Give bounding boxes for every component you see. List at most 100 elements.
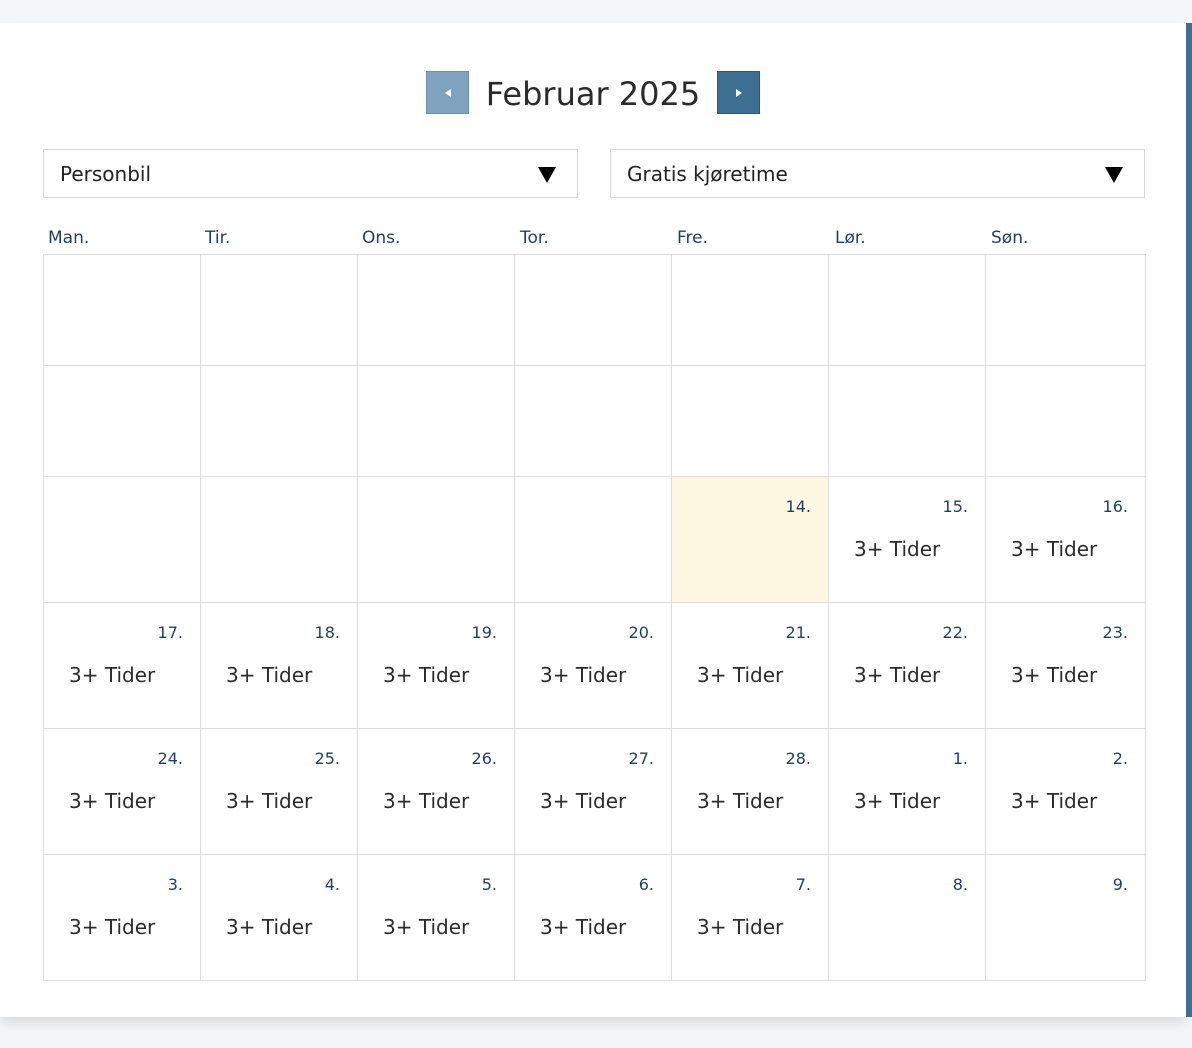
calendar-day-cell[interactable]: 3. 3+ Tider — [43, 854, 201, 981]
calendar-day-cell[interactable]: 16. 3+ Tider — [985, 476, 1146, 603]
available-slots-link[interactable]: 3+ Tider — [540, 789, 626, 813]
weekday-label: Ons. — [362, 228, 401, 248]
available-slots-link[interactable]: 3+ Tider — [540, 915, 626, 939]
calendar-day-cell — [357, 254, 515, 366]
available-slots-link[interactable]: 3+ Tider — [697, 663, 783, 687]
day-number: 27. — [628, 749, 654, 768]
calendar-day-cell — [357, 476, 515, 603]
available-slots-link[interactable]: 3+ Tider — [383, 915, 469, 939]
booking-calendar: Februar 2025 Personbil Gratis kjøretime … — [0, 23, 1186, 1017]
calendar-day-cell[interactable]: 21. 3+ Tider — [671, 602, 829, 729]
calendar-day-cell — [985, 254, 1146, 366]
calendar-week-row — [43, 365, 1146, 477]
weekday-label: Tir. — [205, 228, 231, 248]
triangle-left-icon — [444, 88, 451, 97]
available-slots-link[interactable]: 3+ Tider — [226, 789, 312, 813]
available-slots-link[interactable]: 3+ Tider — [226, 915, 312, 939]
weekday-label: Tor. — [520, 228, 549, 248]
calendar-day-cell[interactable]: 17. 3+ Tider — [43, 602, 201, 729]
available-slots-link[interactable]: 3+ Tider — [697, 789, 783, 813]
day-number: 5. — [481, 875, 497, 894]
calendar-day-cell[interactable]: 25. 3+ Tider — [200, 728, 358, 855]
calendar-day-cell[interactable]: 4. 3+ Tider — [200, 854, 358, 981]
calendar-day-cell[interactable]: 19. 3+ Tider — [357, 602, 515, 729]
available-slots-link[interactable]: 3+ Tider — [383, 663, 469, 687]
right-accent-bar — [1186, 23, 1192, 1017]
month-title: Februar 2025 — [485, 75, 701, 113]
vehicle-type-select[interactable]: Personbil — [43, 149, 578, 198]
calendar-day-cell: 8. — [828, 854, 986, 981]
calendar-day-cell — [514, 254, 672, 366]
caret-down-icon — [538, 167, 556, 183]
calendar-week-row — [43, 254, 1146, 366]
available-slots-link[interactable]: 3+ Tider — [854, 789, 940, 813]
day-number: 16. — [1102, 497, 1128, 516]
calendar-day-cell[interactable]: 6. 3+ Tider — [514, 854, 672, 981]
available-slots-link[interactable]: 3+ Tider — [1011, 789, 1097, 813]
calendar-day-cell[interactable]: 18. 3+ Tider — [200, 602, 358, 729]
calendar-day-cell[interactable]: 15. 3+ Tider — [828, 476, 986, 603]
available-slots-link[interactable]: 3+ Tider — [383, 789, 469, 813]
day-number: 6. — [638, 875, 654, 894]
prev-month-button[interactable] — [426, 71, 469, 114]
day-number: 8. — [952, 875, 968, 894]
calendar-day-cell — [828, 254, 986, 366]
month-navigation: Februar 2025 — [0, 70, 1186, 118]
calendar-day-cell — [200, 254, 358, 366]
day-number: 18. — [314, 623, 340, 642]
calendar-day-cell[interactable]: 24. 3+ Tider — [43, 728, 201, 855]
calendar-day-cell — [200, 476, 358, 603]
top-bar — [0, 0, 1192, 23]
day-number: 4. — [324, 875, 340, 894]
day-number: 7. — [795, 875, 811, 894]
calendar-day-cell — [514, 476, 672, 603]
day-number: 2. — [1112, 749, 1128, 768]
calendar-grid: 14. 15. 3+ Tider 16. 3+ Tider 17. 3+ Tider 18. 3… — [43, 254, 1146, 981]
day-number: 21. — [785, 623, 811, 642]
calendar-day-cell[interactable]: 28. 3+ Tider — [671, 728, 829, 855]
available-slots-link[interactable]: 3+ Tider — [69, 663, 155, 687]
available-slots-link[interactable]: 3+ Tider — [1011, 663, 1097, 687]
calendar-day-cell — [671, 254, 829, 366]
vehicle-type-value: Personbil — [60, 162, 152, 186]
calendar-day-cell[interactable]: 1. 3+ Tider — [828, 728, 986, 855]
available-slots-link[interactable]: 3+ Tider — [854, 537, 940, 561]
day-number: 22. — [942, 623, 968, 642]
available-slots-link[interactable]: 3+ Tider — [226, 663, 312, 687]
weekday-header: Man. Tir. Ons. Tor. Fre. Lør. Søn. — [43, 226, 1145, 250]
day-number: 9. — [1112, 875, 1128, 894]
available-slots-link[interactable]: 3+ Tider — [69, 789, 155, 813]
lesson-type-value: Gratis kjøretime — [627, 162, 788, 186]
calendar-day-cell — [985, 365, 1146, 477]
day-number: 23. — [1102, 623, 1128, 642]
calendar-day-cell[interactable]: 7. 3+ Tider — [671, 854, 829, 981]
calendar-week-row: 14. 15. 3+ Tider 16. 3+ Tider — [43, 476, 1146, 603]
day-number: 3. — [167, 875, 183, 894]
calendar-day-cell[interactable]: 23. 3+ Tider — [985, 602, 1146, 729]
day-number: 25. — [314, 749, 340, 768]
day-number: 17. — [157, 623, 183, 642]
calendar-week-row: 3. 3+ Tider 4. 3+ Tider 5. 3+ Tider 6. 3+ Tider… — [43, 854, 1146, 981]
calendar-day-cell[interactable]: 5. 3+ Tider — [357, 854, 515, 981]
lesson-type-select[interactable]: Gratis kjøretime — [610, 149, 1145, 198]
calendar-day-cell[interactable]: 26. 3+ Tider — [357, 728, 515, 855]
calendar-day-cell[interactable]: 20. 3+ Tider — [514, 602, 672, 729]
day-number: 20. — [628, 623, 654, 642]
calendar-day-cell[interactable]: 27. 3+ Tider — [514, 728, 672, 855]
next-month-button[interactable] — [717, 71, 760, 114]
available-slots-link[interactable]: 3+ Tider — [69, 915, 155, 939]
calendar-day-cell: 14. — [671, 476, 829, 603]
day-number: 24. — [157, 749, 183, 768]
calendar-day-cell[interactable]: 2. 3+ Tider — [985, 728, 1146, 855]
available-slots-link[interactable]: 3+ Tider — [1011, 537, 1097, 561]
calendar-day-cell — [514, 365, 672, 477]
available-slots-link[interactable]: 3+ Tider — [854, 663, 940, 687]
calendar-day-cell: 9. — [985, 854, 1146, 981]
calendar-day-cell — [43, 476, 201, 603]
available-slots-link[interactable]: 3+ Tider — [540, 663, 626, 687]
calendar-day-cell[interactable]: 22. 3+ Tider — [828, 602, 986, 729]
calendar-day-cell — [671, 365, 829, 477]
day-number: 15. — [942, 497, 968, 516]
calendar-day-cell — [357, 365, 515, 477]
available-slots-link[interactable]: 3+ Tider — [697, 915, 783, 939]
